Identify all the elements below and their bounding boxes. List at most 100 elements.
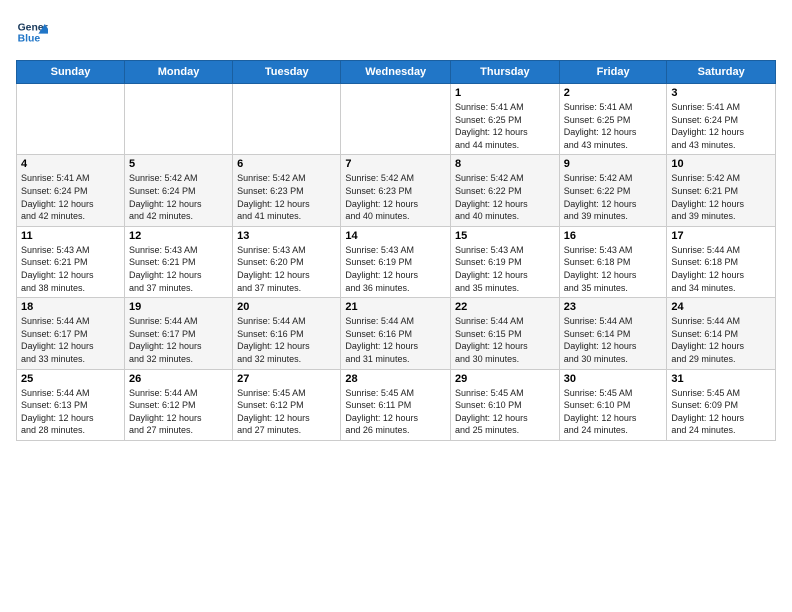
day-number: 9 <box>564 158 663 170</box>
calendar-cell: 30 Sunrise: 5:45 AM Sunset: 6:10 PM Dayli… <box>559 369 667 440</box>
day-header-thursday: Thursday <box>451 61 560 84</box>
day-info: Sunrise: 5:42 AM Sunset: 6:22 PM Dayligh… <box>455 172 555 222</box>
day-number: 4 <box>21 158 120 170</box>
day-info: Sunrise: 5:42 AM Sunset: 6:22 PM Dayligh… <box>564 172 663 222</box>
calendar-cell: 12Sunrise: 5:43 AM Sunset: 6:21 PM Dayli… <box>124 226 232 297</box>
day-info: Sunrise: 5:43 AM Sunset: 6:21 PM Dayligh… <box>21 244 120 294</box>
calendar-cell: 10 Sunrise: 5:42 AM Sunset: 6:21 PM Dayli… <box>667 155 776 226</box>
calendar-table: SundayMondayTuesdayWednesdayThursdayFrid… <box>16 60 776 441</box>
day-info: Sunrise: 5:41 AM Sunset: 6:24 PM Dayligh… <box>671 101 771 151</box>
day-info: Sunrise: 5:45 AM Sunset: 6:10 PM Dayligh… <box>455 387 555 437</box>
week-row-5: 25 Sunrise: 5:44 AM Sunset: 6:13 PM Dayli… <box>17 369 776 440</box>
calendar-cell: 23 Sunrise: 5:44 AM Sunset: 6:14 PM Dayli… <box>559 298 667 369</box>
week-row-4: 18 Sunrise: 5:44 AM Sunset: 6:17 PM Dayli… <box>17 298 776 369</box>
calendar-cell: 24 Sunrise: 5:44 AM Sunset: 6:14 PM Dayli… <box>667 298 776 369</box>
calendar-cell: 27 Sunrise: 5:45 AM Sunset: 6:12 PM Dayli… <box>233 369 341 440</box>
day-info: Sunrise: 5:44 AM Sunset: 6:14 PM Dayligh… <box>564 315 663 365</box>
day-info: Sunrise: 5:42 AM Sunset: 6:24 PM Dayligh… <box>129 172 228 222</box>
days-header-row: SundayMondayTuesdayWednesdayThursdayFrid… <box>17 61 776 84</box>
day-number: 7 <box>345 158 446 170</box>
week-row-2: 4 Sunrise: 5:41 AM Sunset: 6:24 PM Daylig… <box>17 155 776 226</box>
calendar-cell: 17Sunrise: 5:44 AM Sunset: 6:18 PM Dayli… <box>667 226 776 297</box>
calendar-cell: 2 Sunrise: 5:41 AM Sunset: 6:25 PM Daylig… <box>559 84 667 155</box>
day-number: 10 <box>671 158 771 170</box>
day-info: Sunrise: 5:44 AM Sunset: 6:18 PM Dayligh… <box>671 244 771 294</box>
day-number: 21 <box>345 301 446 313</box>
day-info: Sunrise: 5:43 AM Sunset: 6:19 PM Dayligh… <box>345 244 446 294</box>
day-number: 19 <box>129 301 228 313</box>
calendar-cell: 16Sunrise: 5:43 AM Sunset: 6:18 PM Dayli… <box>559 226 667 297</box>
header: General Blue <box>16 16 776 48</box>
day-number: 14 <box>345 230 446 242</box>
day-number: 22 <box>455 301 555 313</box>
calendar-cell: 13 Sunrise: 5:43 AM Sunset: 6:20 PM Dayli… <box>233 226 341 297</box>
calendar-cell <box>124 84 232 155</box>
day-number: 5 <box>129 158 228 170</box>
calendar-cell: 14 Sunrise: 5:43 AM Sunset: 6:19 PM Dayli… <box>341 226 451 297</box>
calendar-cell: 29 Sunrise: 5:45 AM Sunset: 6:10 PM Dayli… <box>451 369 560 440</box>
day-number: 26 <box>129 373 228 385</box>
day-info: Sunrise: 5:43 AM Sunset: 6:20 PM Dayligh… <box>237 244 336 294</box>
day-info: Sunrise: 5:44 AM Sunset: 6:15 PM Dayligh… <box>455 315 555 365</box>
day-number: 25 <box>21 373 120 385</box>
calendar-cell: 11 Sunrise: 5:43 AM Sunset: 6:21 PM Dayli… <box>17 226 125 297</box>
day-number: 3 <box>671 87 771 99</box>
svg-text:Blue: Blue <box>18 34 41 45</box>
day-info: Sunrise: 5:41 AM Sunset: 6:25 PM Dayligh… <box>564 101 663 151</box>
day-info: Sunrise: 5:44 AM Sunset: 6:16 PM Dayligh… <box>237 315 336 365</box>
day-info: Sunrise: 5:42 AM Sunset: 6:23 PM Dayligh… <box>237 172 336 222</box>
day-header-sunday: Sunday <box>17 61 125 84</box>
day-number: 20 <box>237 301 336 313</box>
calendar-cell: 8 Sunrise: 5:42 AM Sunset: 6:22 PM Daylig… <box>451 155 560 226</box>
day-info: Sunrise: 5:44 AM Sunset: 6:14 PM Dayligh… <box>671 315 771 365</box>
calendar-cell: 3 Sunrise: 5:41 AM Sunset: 6:24 PM Daylig… <box>667 84 776 155</box>
day-info: Sunrise: 5:45 AM Sunset: 6:10 PM Dayligh… <box>564 387 663 437</box>
day-info: Sunrise: 5:45 AM Sunset: 6:12 PM Dayligh… <box>237 387 336 437</box>
day-info: Sunrise: 5:43 AM Sunset: 6:19 PM Dayligh… <box>455 244 555 294</box>
calendar-cell: 15 Sunrise: 5:43 AM Sunset: 6:19 PM Dayli… <box>451 226 560 297</box>
calendar-cell: 20 Sunrise: 5:44 AM Sunset: 6:16 PM Dayli… <box>233 298 341 369</box>
day-number: 30 <box>564 373 663 385</box>
day-info: Sunrise: 5:42 AM Sunset: 6:21 PM Dayligh… <box>671 172 771 222</box>
day-header-monday: Monday <box>124 61 232 84</box>
calendar-cell: 19Sunrise: 5:44 AM Sunset: 6:17 PM Dayli… <box>124 298 232 369</box>
day-number: 6 <box>237 158 336 170</box>
calendar-cell: 5 Sunrise: 5:42 AM Sunset: 6:24 PM Daylig… <box>124 155 232 226</box>
day-number: 29 <box>455 373 555 385</box>
day-number: 1 <box>455 87 555 99</box>
day-info: Sunrise: 5:44 AM Sunset: 6:16 PM Dayligh… <box>345 315 446 365</box>
calendar-cell: 9 Sunrise: 5:42 AM Sunset: 6:22 PM Daylig… <box>559 155 667 226</box>
logo-icon: General Blue <box>16 16 48 48</box>
day-number: 2 <box>564 87 663 99</box>
day-number: 16 <box>564 230 663 242</box>
day-number: 23 <box>564 301 663 313</box>
calendar-cell: 7Sunrise: 5:42 AM Sunset: 6:23 PM Daylig… <box>341 155 451 226</box>
calendar-cell: 25 Sunrise: 5:44 AM Sunset: 6:13 PM Dayli… <box>17 369 125 440</box>
day-info: Sunrise: 5:44 AM Sunset: 6:17 PM Dayligh… <box>21 315 120 365</box>
calendar-cell: 6 Sunrise: 5:42 AM Sunset: 6:23 PM Daylig… <box>233 155 341 226</box>
calendar-cell: 26Sunrise: 5:44 AM Sunset: 6:12 PM Dayli… <box>124 369 232 440</box>
day-number: 18 <box>21 301 120 313</box>
day-header-wednesday: Wednesday <box>341 61 451 84</box>
day-header-friday: Friday <box>559 61 667 84</box>
day-number: 27 <box>237 373 336 385</box>
calendar-cell: 1 Sunrise: 5:41 AM Sunset: 6:25 PM Daylig… <box>451 84 560 155</box>
calendar-cell: 28Sunrise: 5:45 AM Sunset: 6:11 PM Dayli… <box>341 369 451 440</box>
day-number: 12 <box>129 230 228 242</box>
day-info: Sunrise: 5:41 AM Sunset: 6:25 PM Dayligh… <box>455 101 555 151</box>
calendar-cell: 4 Sunrise: 5:41 AM Sunset: 6:24 PM Daylig… <box>17 155 125 226</box>
day-number: 11 <box>21 230 120 242</box>
day-number: 24 <box>671 301 771 313</box>
day-info: Sunrise: 5:45 AM Sunset: 6:11 PM Dayligh… <box>345 387 446 437</box>
day-info: Sunrise: 5:41 AM Sunset: 6:24 PM Dayligh… <box>21 172 120 222</box>
calendar-cell <box>17 84 125 155</box>
logo: General Blue <box>16 16 48 48</box>
week-row-3: 11 Sunrise: 5:43 AM Sunset: 6:21 PM Dayli… <box>17 226 776 297</box>
day-info: Sunrise: 5:44 AM Sunset: 6:13 PM Dayligh… <box>21 387 120 437</box>
day-number: 13 <box>237 230 336 242</box>
day-number: 8 <box>455 158 555 170</box>
day-number: 15 <box>455 230 555 242</box>
day-header-tuesday: Tuesday <box>233 61 341 84</box>
calendar-cell: 18 Sunrise: 5:44 AM Sunset: 6:17 PM Dayli… <box>17 298 125 369</box>
calendar-cell: 21 Sunrise: 5:44 AM Sunset: 6:16 PM Dayli… <box>341 298 451 369</box>
